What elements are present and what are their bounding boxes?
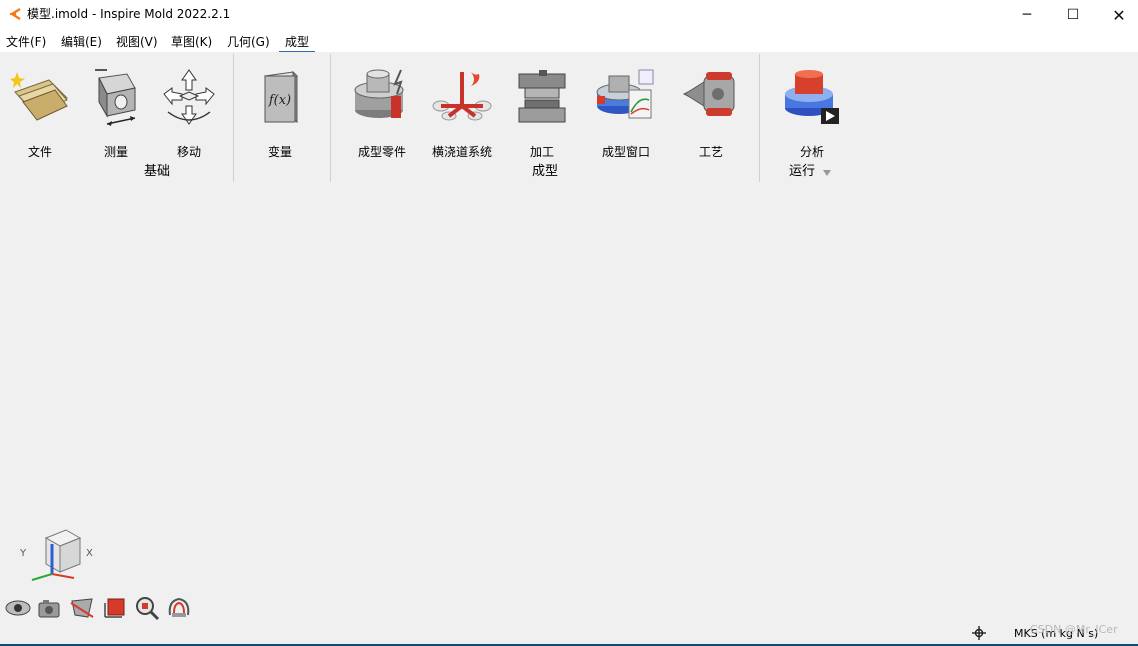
measure-icon bbox=[95, 69, 136, 126]
maximize-button[interactable]: ☐ bbox=[1050, 0, 1096, 30]
molded-part-tool-button[interactable]: 成型零件 bbox=[342, 64, 422, 159]
molded-part-tool-label: 成型零件 bbox=[357, 145, 406, 159]
ribbon: 文件 测量 移动 基础 f(x) 变量 成型零件 横浇道系统 加工 成型窗口 工… bbox=[0, 52, 1138, 186]
fx-icon-text: f(x) bbox=[268, 93, 291, 108]
close-button[interactable]: ✕ bbox=[1096, 0, 1138, 30]
minimize-button[interactable]: ─ bbox=[1004, 0, 1050, 30]
runner-system-icon bbox=[432, 72, 492, 121]
ribbon-separator bbox=[233, 54, 234, 182]
machining-tool-label: 加工 bbox=[529, 145, 554, 159]
process-icon bbox=[682, 72, 735, 116]
group-label-basic: 基础 bbox=[144, 164, 171, 179]
menu-molding[interactable]: 成型 bbox=[279, 34, 316, 53]
group-label-run: 运行 bbox=[789, 164, 816, 179]
file-tool-label: 文件 bbox=[27, 145, 52, 159]
measure-tool-button[interactable]: 测量 bbox=[76, 64, 156, 159]
analysis-tool-label: 分析 bbox=[799, 145, 824, 159]
app-logo-icon bbox=[9, 7, 21, 21]
title-bar: 模型.imold - Inspire Mold 2022.2.1 ─ ☐ ✕ bbox=[0, 0, 1138, 30]
molding-window-tool-button[interactable]: 成型窗口 bbox=[586, 64, 666, 159]
view-box-icon[interactable] bbox=[102, 595, 128, 621]
measure-tool-label: 测量 bbox=[103, 145, 128, 159]
menu-file[interactable]: 文件(F) bbox=[6, 34, 46, 50]
move-arrows-icon bbox=[163, 69, 215, 125]
process-tool-label: 工艺 bbox=[698, 145, 723, 159]
molding-window-tool-label: 成型窗口 bbox=[601, 145, 650, 159]
machining-icon bbox=[518, 70, 566, 123]
function-fx-icon: f(x) bbox=[263, 70, 299, 124]
axis-y-label: Y bbox=[20, 548, 27, 559]
run-dropdown-arrow-icon[interactable] bbox=[823, 170, 831, 176]
move-tool-button[interactable]: 移动 bbox=[149, 64, 229, 159]
variables-tool-button[interactable]: f(x) 变量 bbox=[240, 64, 320, 159]
variables-tool-label: 变量 bbox=[267, 145, 292, 159]
menu-geometry[interactable]: 几何(G) bbox=[227, 34, 270, 50]
zoom-fit-icon[interactable] bbox=[134, 595, 160, 621]
menu-bar: 文件(F) 编辑(E) 视图(V) 草图(K) 几何(G) 成型 bbox=[0, 30, 1138, 53]
visibility-eye-icon[interactable] bbox=[5, 595, 31, 621]
analysis-tool-button[interactable]: 分析 bbox=[772, 64, 852, 159]
menu-view[interactable]: 视图(V) bbox=[116, 34, 158, 50]
file-tool-button[interactable]: 文件 bbox=[0, 64, 80, 159]
file-folder-icon bbox=[10, 72, 68, 121]
menu-edit[interactable]: 编辑(E) bbox=[61, 34, 102, 50]
analysis-run-icon bbox=[785, 70, 839, 124]
watermark-text: CSDN @Mr_ICer bbox=[1030, 623, 1118, 636]
3d-view-icon[interactable] bbox=[166, 595, 192, 621]
machining-tool-button[interactable]: 加工 bbox=[502, 64, 582, 159]
menu-sketch[interactable]: 草图(K) bbox=[171, 34, 212, 50]
camera-icon[interactable] bbox=[37, 595, 63, 621]
runner-system-tool-button[interactable]: 横浇道系统 bbox=[422, 64, 502, 159]
window-title: 模型.imold - Inspire Mold 2022.2.1 bbox=[27, 7, 231, 21]
process-tool-button[interactable]: 工艺 bbox=[671, 64, 751, 159]
section-cut-icon[interactable] bbox=[69, 595, 95, 621]
axis-x-label: X bbox=[86, 548, 93, 559]
ribbon-separator bbox=[759, 54, 760, 182]
snap-crosshair-icon[interactable] bbox=[972, 626, 986, 640]
group-label-molding: 成型 bbox=[532, 164, 559, 179]
move-tool-label: 移动 bbox=[176, 145, 201, 159]
molding-window-icon bbox=[596, 69, 654, 119]
ribbon-separator bbox=[330, 54, 331, 182]
runner-system-tool-label: 横浇道系统 bbox=[431, 145, 492, 159]
molded-part-icon bbox=[354, 69, 404, 118]
